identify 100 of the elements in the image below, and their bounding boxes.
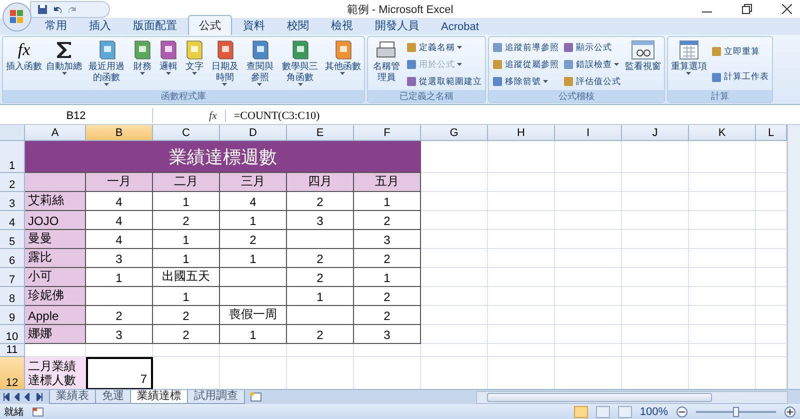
ribbon-button[interactable]: 移除箭號 [492,76,559,88]
sheet-tab[interactable]: 免運 [95,390,131,404]
table-cell [555,306,622,325]
row-header[interactable]: 12 [0,357,25,389]
column-header[interactable]: A [25,125,86,141]
formula-field[interactable]: =COUNT(C3:C10) [224,110,800,122]
table-cell [153,344,220,357]
table-cell [689,249,756,268]
table-cell: 娜娜 [25,325,86,344]
table-cell [555,287,622,306]
ribbon-button[interactable]: 自動加總 [44,39,84,90]
column-header[interactable]: J [622,125,689,141]
tool-icon [562,76,574,87]
table-cell [220,344,287,357]
table-cell [756,173,787,192]
row-header[interactable]: 4 [0,211,25,230]
table-cell: 4 [86,230,153,249]
tool-icon [406,59,417,70]
close-icon[interactable] [782,4,792,14]
row-header[interactable]: 9 [0,306,25,325]
zoom-in-icon[interactable] [784,406,796,418]
column-header[interactable]: C [153,125,220,141]
insert-sheet-icon[interactable] [248,391,264,403]
table-cell: 4 [86,192,153,211]
table-cell: 1 [354,268,421,287]
ribbon-button[interactable]: 顯示公式 [562,42,621,54]
ribbon-button[interactable]: 數學與三角函數 [277,39,323,90]
row-header[interactable]: 7 [0,268,25,287]
table-cell [555,211,622,230]
column-header[interactable]: F [354,125,421,141]
ribbon-button[interactable]: 追蹤前導參照 [492,42,559,54]
ribbon-button[interactable]: 重算選項 [668,39,709,90]
ribbon-button[interactable]: fx 插入函數 [4,39,44,90]
ribbon-button[interactable]: 從選取範圍建立 [406,76,482,88]
sheet-navigation-icon[interactable] [3,393,43,401]
ribbon-tab[interactable]: 校閱 [276,15,320,35]
column-header[interactable]: H [488,125,555,141]
ribbon-button[interactable]: 邏輯 [155,39,182,90]
ribbon-button[interactable]: 名稱管理員 [368,39,404,90]
table-cell [421,249,488,268]
watch-window-icon [630,39,655,61]
ribbon-tab[interactable]: 版面配置 [122,15,188,35]
row-header[interactable]: 3 [0,192,25,211]
table-cell: 2 [354,211,421,230]
ribbon-button[interactable]: 追蹤從屬參照 [492,58,559,70]
ribbon-tab[interactable]: 開發人員 [364,15,430,35]
sheet-tab[interactable]: 試用調查 [187,390,245,404]
ribbon-tab[interactable]: 檢視 [320,15,364,35]
ribbon-button[interactable]: 錯誤檢查 [562,58,621,70]
macro-record-icon[interactable] [32,406,44,416]
horizontal-scrollbar[interactable] [476,390,788,404]
row-header[interactable]: 6 [0,249,25,268]
column-header[interactable]: L [756,125,787,141]
ribbon-tab[interactable]: 常用 [34,15,78,35]
ribbon-tab[interactable]: 插入 [78,15,122,35]
row-header[interactable]: 10 [0,325,25,344]
column-header[interactable]: E [287,125,354,141]
column-header[interactable]: K [689,125,756,141]
insert-function-button[interactable]: fx [209,110,217,122]
restore-icon[interactable] [742,4,752,14]
ribbon-button[interactable]: 財務 [129,39,156,90]
column-header[interactable]: G [421,125,488,141]
ribbon-tab[interactable]: 資料 [232,15,276,35]
zoom-level[interactable]: 100% [640,406,668,418]
ribbon-button[interactable]: 評估值公式 [562,76,621,88]
name-box[interactable]: B12 [0,108,153,123]
ribbon-button[interactable]: 立即重算 [710,46,769,58]
ribbon-button[interactable]: 文字 [181,39,208,90]
row-header[interactable]: 2 [0,173,25,192]
ribbon-button[interactable]: 計算工作表 [710,71,769,84]
caret-icon [614,63,619,66]
ribbon-button[interactable]: 日期及時間 [207,39,242,90]
tool-icon [492,59,503,70]
ribbon-button[interactable]: 監看視窗 [622,39,663,90]
ribbon-tab[interactable]: 公式 [188,15,232,35]
table-cell [421,325,488,344]
undo-icon[interactable] [52,4,63,15]
redo-icon[interactable] [67,4,78,15]
row-header[interactable]: 5 [0,230,25,249]
table-cell [756,268,787,287]
column-header[interactable]: D [220,125,287,141]
sheet-tab[interactable]: 業績達標 [130,390,188,404]
row-header[interactable]: 11 [0,344,25,357]
sheet-tab[interactable]: 業績表 [49,390,96,404]
column-header[interactable]: B [86,125,153,141]
vertical-scrollbar[interactable] [787,125,800,389]
office-button[interactable] [2,2,32,32]
ribbon-button[interactable]: 查閱與參照 [242,39,278,90]
table-cell [756,325,787,344]
row-header[interactable]: 8 [0,287,25,306]
row-header[interactable]: 1 [0,141,25,173]
ribbon-button[interactable]: 其他函數 [322,39,363,90]
table-cell [756,192,787,211]
ribbon-button[interactable]: 最近用過的函數 [84,39,130,90]
ribbon-button[interactable]: 定義名稱 [406,42,482,54]
ribbon-tab[interactable]: Acrobat [430,18,490,35]
window-title: 範例 - Microsoft Excel [346,2,454,16]
column-header[interactable]: I [555,125,622,141]
save-icon[interactable] [37,4,48,15]
zoom-out-icon[interactable] [676,406,688,418]
